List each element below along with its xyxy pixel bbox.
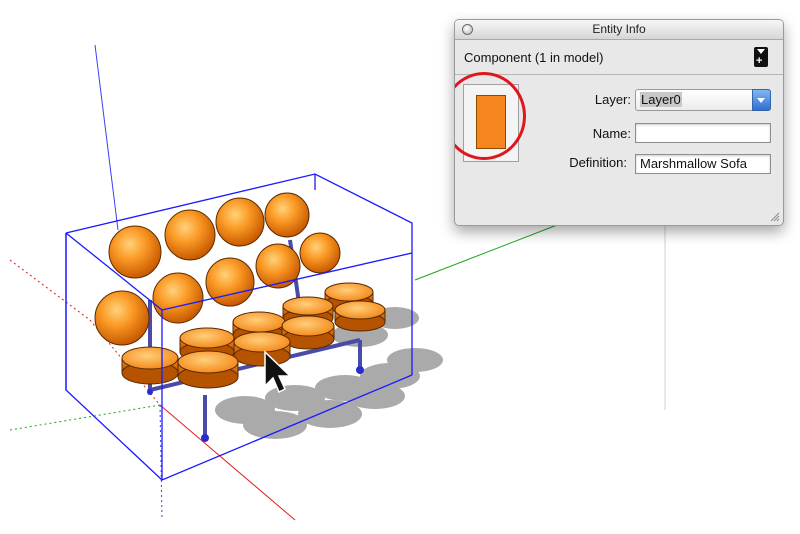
name-label: Name: — [592, 126, 631, 141]
collapse-icon[interactable]: + — [754, 47, 768, 67]
panel-titlebar[interactable]: Entity Info — [455, 20, 783, 40]
layer-dropdown[interactable]: Layer0 — [635, 89, 771, 111]
name-input[interactable] — [635, 123, 771, 143]
layer-dropdown-value: Layer0 — [640, 92, 682, 107]
definition-input[interactable]: Marshmallow Sofa — [635, 154, 771, 174]
close-icon[interactable] — [462, 24, 473, 35]
entity-info-panel[interactable]: Entity Info Component (1 in model) + Lay… — [454, 19, 784, 226]
component-count-label: Component (1 in model) — [464, 50, 604, 65]
panel-title: Entity Info — [592, 22, 646, 36]
layer-label: Layer: — [594, 92, 631, 107]
chevron-down-icon[interactable] — [752, 89, 771, 111]
resize-grip-icon[interactable] — [770, 212, 780, 222]
definition-label: Definition: — [569, 155, 627, 170]
entity-header: Component (1 in model) + — [455, 40, 783, 75]
